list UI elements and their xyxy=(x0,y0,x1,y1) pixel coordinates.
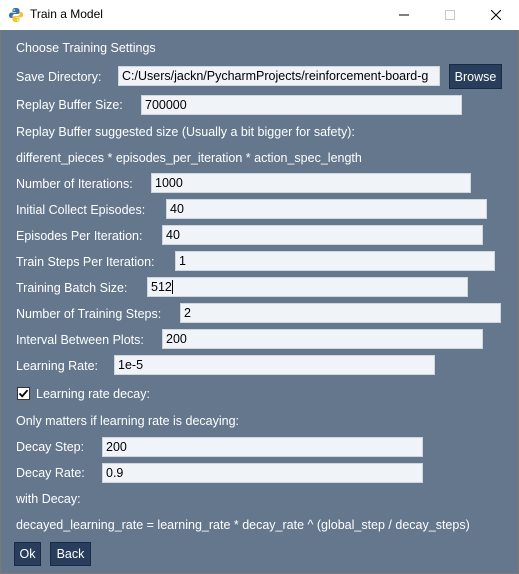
training-steps-label: Number of Training Steps: xyxy=(16,307,162,321)
initial-collect-label: Initial Collect Episodes: xyxy=(16,203,146,217)
ok-button[interactable]: Ok xyxy=(14,542,41,566)
replay-buffer-label: Replay Buffer Size: xyxy=(16,98,123,112)
close-icon xyxy=(491,10,501,20)
learning-rate-input[interactable]: 1e-5 xyxy=(114,355,435,375)
episodes-per-iteration-input[interactable]: 40 xyxy=(162,225,483,245)
train-steps-input[interactable]: 1 xyxy=(175,251,495,271)
learning-rate-decay-label[interactable]: Learning rate decay: xyxy=(36,387,150,401)
title-bar: Train a Model xyxy=(0,0,519,30)
initial-collect-input[interactable]: 40 xyxy=(166,199,487,219)
back-button[interactable]: Back xyxy=(50,542,91,566)
decay-rate-input[interactable]: 0.9 xyxy=(102,463,423,483)
batch-size-label: Training Batch Size: xyxy=(16,281,128,295)
batch-size-value: 512 xyxy=(151,280,172,294)
maximize-button[interactable] xyxy=(427,0,473,30)
python-icon xyxy=(8,7,24,23)
plot-interval-label: Interval Between Plots: xyxy=(16,333,144,347)
minimize-icon xyxy=(399,14,409,16)
close-button[interactable] xyxy=(473,0,519,30)
episodes-per-iteration-label: Episodes Per Iteration: xyxy=(16,229,143,243)
iterations-input[interactable]: 1000 xyxy=(151,173,471,193)
train-steps-label: Train Steps Per Iteration: xyxy=(16,255,155,269)
maximize-icon xyxy=(445,10,455,20)
replay-buffer-input[interactable]: 700000 xyxy=(141,95,462,115)
learning-rate-label: Learning Rate: xyxy=(16,359,99,373)
learning-rate-decay-checkbox[interactable] xyxy=(17,387,30,400)
with-decay-label: with Decay: xyxy=(16,492,81,506)
iterations-label: Number of Iterations: xyxy=(16,177,133,191)
browse-button[interactable]: Browse xyxy=(449,64,502,89)
save-directory-label: Save Directory: xyxy=(16,70,102,84)
decay-step-input[interactable]: 200 xyxy=(102,437,423,457)
text-caret xyxy=(171,280,173,294)
training-steps-input[interactable]: 2 xyxy=(180,303,501,323)
save-directory-input[interactable]: C:/Users/jackn/PycharmProjects/reinforce… xyxy=(118,66,440,86)
decay-formula: decayed_learning_rate = learning_rate * … xyxy=(16,518,470,532)
window-title: Train a Model xyxy=(30,7,103,21)
page-title: Choose Training Settings xyxy=(16,41,156,55)
decay-step-label: Decay Step: xyxy=(16,440,85,454)
minimize-button[interactable] xyxy=(381,0,427,30)
plot-interval-input[interactable]: 200 xyxy=(162,329,483,349)
decay-rate-label: Decay Rate: xyxy=(16,466,85,480)
checkmark-icon xyxy=(18,389,29,398)
replay-buffer-formula: different_pieces * episodes_per_iteratio… xyxy=(16,151,362,165)
batch-size-input[interactable]: 512 xyxy=(147,277,468,297)
replay-buffer-hint: Replay Buffer suggested size (Usually a … xyxy=(16,125,355,139)
decay-note: Only matters if learning rate is decayin… xyxy=(16,414,240,428)
